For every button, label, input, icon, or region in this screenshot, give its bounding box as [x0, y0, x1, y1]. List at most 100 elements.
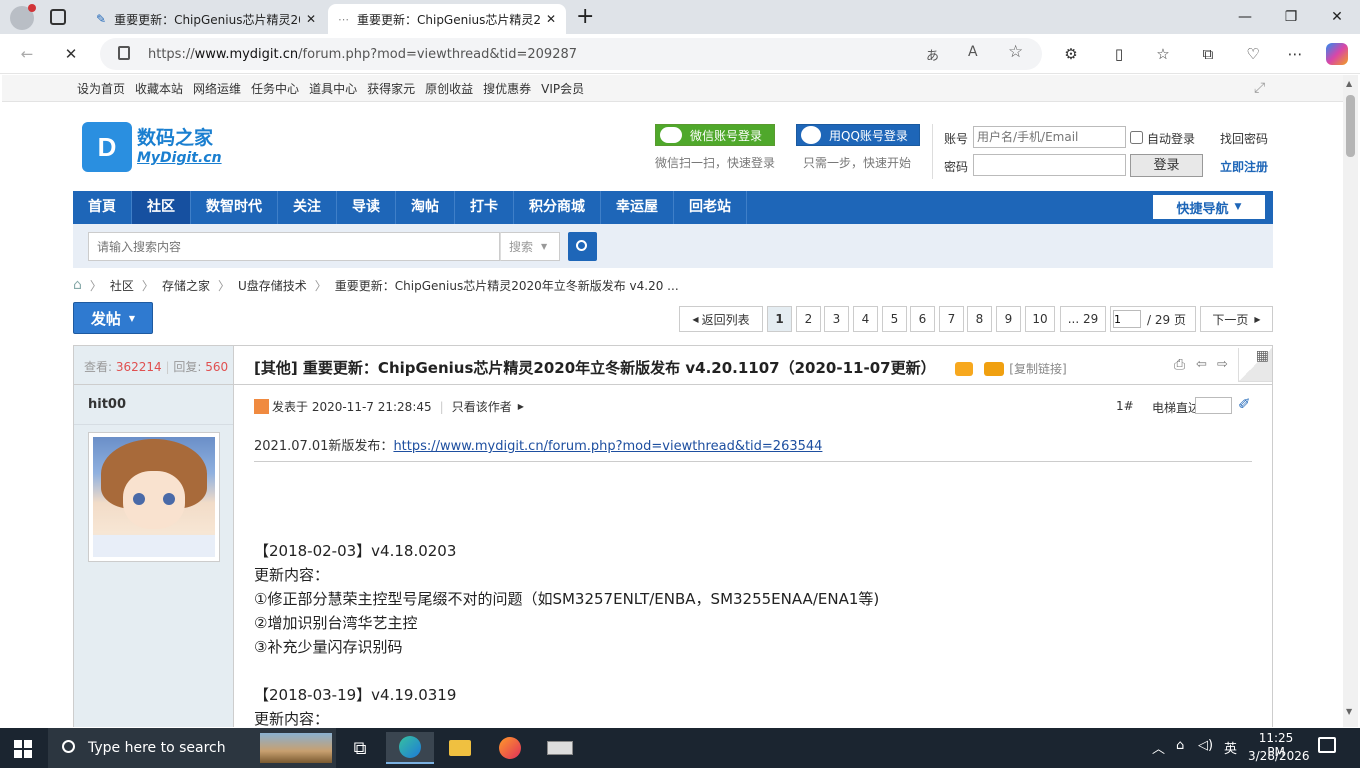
tab-inactive[interactable]: ✎ 重要更新：ChipGenius芯片精灵20 ✕ [86, 4, 326, 34]
topnav-link[interactable]: 原创收益 [425, 80, 473, 97]
nav-item[interactable]: 数智时代 [191, 191, 278, 224]
nav-item[interactable]: 回老站 [674, 191, 747, 224]
extensions-icon[interactable]: ⚙ [1058, 41, 1084, 67]
copy-link[interactable]: [复制链接] [1009, 362, 1066, 376]
wechat-login-button[interactable]: 微信账号登录 [655, 124, 775, 146]
nav-item[interactable]: 关注 [278, 191, 337, 224]
page-link[interactable]: 3 [824, 306, 849, 332]
page-current[interactable]: 1 [767, 306, 792, 332]
app-taskbar-icon[interactable] [536, 732, 584, 764]
notice-link[interactable]: https://www.mydigit.cn/forum.php?mod=vie… [393, 439, 822, 454]
page-link[interactable]: 6 [910, 306, 935, 332]
page-link-last[interactable]: ... 29 [1060, 306, 1106, 332]
taskbar-search[interactable]: Type here to search [48, 728, 336, 768]
clock-date[interactable]: 3/28/2026 [1248, 749, 1310, 763]
copilot-icon[interactable] [1326, 43, 1348, 65]
task-view-icon[interactable]: ⧉ [336, 732, 384, 764]
file-explorer-icon[interactable] [436, 732, 484, 764]
home-icon[interactable]: ⌂ [73, 277, 82, 293]
topnav-link[interactable]: 获得家元 [367, 80, 415, 97]
fullscreen-icon[interactable]: ⤢ [1254, 80, 1265, 96]
elevator-go-icon[interactable]: ✐ [1238, 395, 1251, 413]
topnav-link[interactable]: 网络运维 [193, 80, 241, 97]
stop-loading-icon[interactable]: ✕ [58, 41, 84, 67]
breadcrumb-item[interactable]: 存储之家 [162, 277, 210, 294]
topnav-link[interactable]: 设为首页 [77, 80, 125, 97]
auto-login-checkbox[interactable] [1130, 131, 1143, 144]
firefox-icon[interactable] [486, 732, 534, 764]
url-bar[interactable]: https://www.mydigit.cn/forum.php?mod=vie… [100, 38, 1042, 70]
back-to-list-button[interactable]: ◀ 返回列表 [679, 306, 763, 332]
page-link[interactable]: 7 [939, 306, 964, 332]
tab-close-icon[interactable]: ✕ [546, 12, 556, 26]
quick-nav-button[interactable]: 快捷导航 ▼ [1153, 195, 1265, 219]
next-page-button[interactable]: 下一页 ▶ [1200, 306, 1273, 332]
edge-taskbar-icon[interactable] [386, 732, 434, 764]
tab-close-icon[interactable]: ✕ [306, 12, 316, 26]
account-input[interactable] [973, 126, 1126, 148]
read-aloud-icon[interactable]: A [968, 44, 978, 60]
author-name[interactable]: hit00 [88, 397, 126, 412]
favorites-icon[interactable]: ☆ [1150, 41, 1176, 67]
page-jump-input[interactable] [1113, 310, 1141, 328]
find-password-link[interactable]: 找回密码 [1220, 130, 1268, 147]
topnav-link[interactable]: 任务中心 [251, 80, 299, 97]
nav-item-community[interactable]: 社区 [132, 191, 191, 224]
nav-item-home[interactable]: 首頁 [73, 191, 132, 224]
windows-start-icon[interactable] [14, 740, 32, 758]
breadcrumb-item[interactable]: U盘存储技术 [238, 277, 307, 294]
breadcrumb-item[interactable]: 社区 [110, 277, 134, 294]
ime-icon[interactable]: 英 [1224, 738, 1237, 757]
nav-item[interactable]: 打卡 [455, 191, 514, 224]
prev-thread-icon[interactable]: ⇦ [1196, 357, 1207, 372]
nav-item[interactable]: 淘帖 [396, 191, 455, 224]
volume-icon[interactable]: ◁) [1198, 738, 1213, 753]
qq-login-button[interactable]: 用QQ账号登录 [796, 124, 920, 146]
register-link[interactable]: 立即注册 [1220, 158, 1268, 175]
close-window-button[interactable]: ✕ [1314, 4, 1360, 30]
favorite-star-icon[interactable]: ☆ [1008, 42, 1023, 62]
qrcode-icon[interactable]: ▦ [1238, 348, 1272, 382]
nav-item[interactable]: 幸运屋 [601, 191, 674, 224]
next-thread-icon[interactable]: ⇨ [1217, 357, 1228, 372]
site-info-icon[interactable] [118, 46, 130, 60]
search-button[interactable] [568, 232, 597, 261]
print-icon[interactable]: ⎙ [1174, 357, 1185, 373]
topnav-link[interactable]: 道具中心 [309, 80, 357, 97]
more-menu-icon[interactable]: ⋯ [1282, 41, 1308, 67]
only-author-link[interactable]: 只看该作者 [452, 398, 512, 415]
page-link[interactable]: 4 [853, 306, 878, 332]
page-scrollbar[interactable]: ▲ ▼ [1343, 75, 1358, 727]
maximize-button[interactable]: ❐ [1268, 4, 1314, 30]
tray-chevron-icon[interactable]: ︿ [1152, 738, 1165, 757]
nav-item[interactable]: 积分商城 [514, 191, 601, 224]
collections-icon[interactable]: ⧉ [1195, 41, 1221, 67]
page-link[interactable]: 8 [967, 306, 992, 332]
topnav-link[interactable]: VIP会员 [541, 80, 584, 97]
tab-actions-icon[interactable] [50, 9, 66, 25]
password-input[interactable] [973, 154, 1126, 176]
nav-item[interactable]: 导读 [337, 191, 396, 224]
page-link[interactable]: 5 [882, 306, 907, 332]
page-link[interactable]: 2 [796, 306, 821, 332]
avatar[interactable] [88, 432, 220, 562]
scroll-up-icon[interactable]: ▲ [1346, 79, 1352, 88]
topnav-link[interactable]: 收藏本站 [135, 80, 183, 97]
scroll-thumb[interactable] [1346, 95, 1355, 157]
notifications-icon[interactable] [1318, 737, 1336, 753]
page-link[interactable]: 9 [996, 306, 1021, 332]
breadcrumb-item[interactable]: 重要更新：ChipGenius芯片精灵2020年立冬新版发布 v4.20 ... [335, 277, 679, 294]
topnav-link[interactable]: 搜优惠券 [483, 80, 531, 97]
site-logo[interactable]: D 数码之家 MyDigit.cn [82, 122, 222, 174]
back-icon[interactable]: ← [14, 41, 40, 67]
minimize-button[interactable]: — [1222, 4, 1268, 30]
browser-essentials-icon[interactable]: ♡ [1240, 41, 1266, 67]
elevator-input[interactable] [1195, 397, 1232, 414]
split-screen-icon[interactable]: ▯ [1106, 41, 1132, 67]
translate-icon[interactable]: あ [926, 45, 939, 64]
tab-active[interactable]: ⋯ 重要更新：ChipGenius芯片精灵20 ✕ [328, 4, 566, 34]
search-type-select[interactable]: 搜索 ▼ [500, 232, 560, 261]
network-icon[interactable]: ⌂ [1176, 738, 1184, 753]
search-input[interactable] [88, 232, 500, 261]
page-link[interactable]: 10 [1025, 306, 1055, 332]
